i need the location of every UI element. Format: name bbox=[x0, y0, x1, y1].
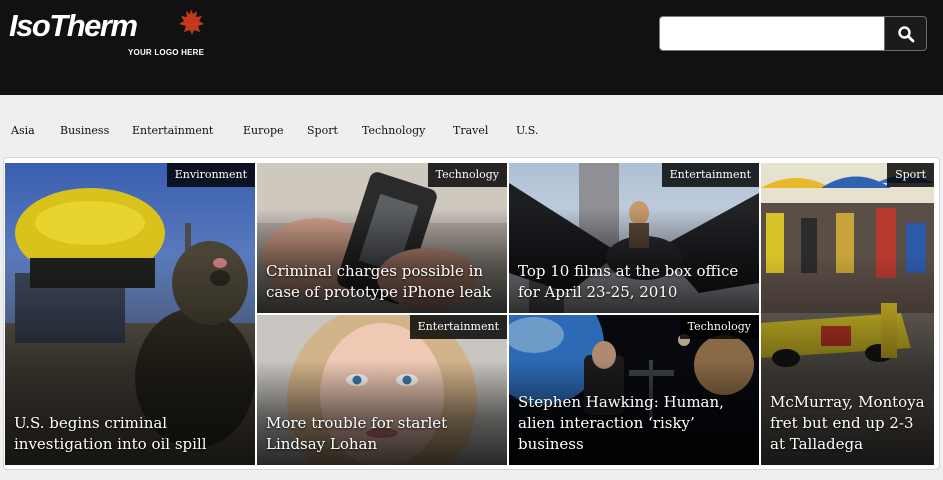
story-category-badge: Technology bbox=[679, 315, 759, 339]
search-input[interactable] bbox=[659, 16, 885, 51]
story-category-badge: Entertainment bbox=[409, 315, 507, 339]
story-headline[interactable]: U.S. begins criminal investigation into … bbox=[14, 413, 247, 455]
story-headline[interactable]: Criminal charges possible in case of pro… bbox=[266, 261, 499, 303]
story-headline[interactable]: Stephen Hawking: Human, alien interactio… bbox=[518, 392, 751, 455]
nav-item-technology[interactable]: Technology bbox=[362, 124, 425, 137]
nav-item-business[interactable]: Business bbox=[60, 124, 109, 137]
story-category-badge: Sport bbox=[887, 163, 934, 187]
site-header: IsoTherm YOUR LOGO HERE bbox=[0, 0, 943, 95]
maple-leaf-icon bbox=[179, 9, 204, 35]
search-button[interactable] bbox=[884, 16, 927, 51]
nav-item-entertainment[interactable]: Entertainment bbox=[132, 124, 213, 137]
story-category-badge: Entertainment bbox=[661, 163, 759, 187]
nav-item-sport[interactable]: Sport bbox=[307, 124, 338, 137]
nav-item-travel[interactable]: Travel bbox=[453, 124, 488, 137]
logo-tagline: YOUR LOGO HERE bbox=[128, 48, 205, 57]
category-nav: Asia Business Entertainment Europe Sport… bbox=[0, 95, 943, 155]
story-headline[interactable]: McMurray, Montoya fret but end up 2-3 at… bbox=[770, 392, 926, 455]
story-tile-oil-spill[interactable]: Environment U.S. begins criminal investi… bbox=[5, 163, 255, 465]
story-category-badge: Environment bbox=[166, 163, 255, 187]
story-headline[interactable]: More trouble for starlet Lindsay Lohan bbox=[266, 413, 499, 455]
site-logo[interactable]: IsoTherm YOUR LOGO HERE bbox=[9, 8, 229, 68]
story-tile-box-office[interactable]: Entertainment Top 10 films at the box of… bbox=[509, 163, 759, 313]
nav-item-asia[interactable]: Asia bbox=[11, 124, 35, 137]
story-category-badge: Technology bbox=[427, 163, 507, 187]
logo-text: IsoTherm bbox=[9, 8, 138, 43]
story-headline[interactable]: Top 10 films at the box office for April… bbox=[518, 261, 751, 303]
story-tile-lohan[interactable]: Entertainment More trouble for starlet L… bbox=[257, 315, 507, 465]
story-tile-hawking[interactable]: Technology Stephen Hawking: Human, alien… bbox=[509, 315, 759, 465]
story-tile-talladega[interactable]: Sport McMurray, Montoya fret but end up … bbox=[761, 163, 934, 465]
search-box bbox=[659, 16, 927, 51]
nav-item-us[interactable]: U.S. bbox=[516, 124, 538, 137]
story-tile-iphone[interactable]: Technology Criminal charges possible in … bbox=[257, 163, 507, 313]
nav-item-europe[interactable]: Europe bbox=[243, 124, 284, 137]
search-icon bbox=[897, 25, 914, 42]
